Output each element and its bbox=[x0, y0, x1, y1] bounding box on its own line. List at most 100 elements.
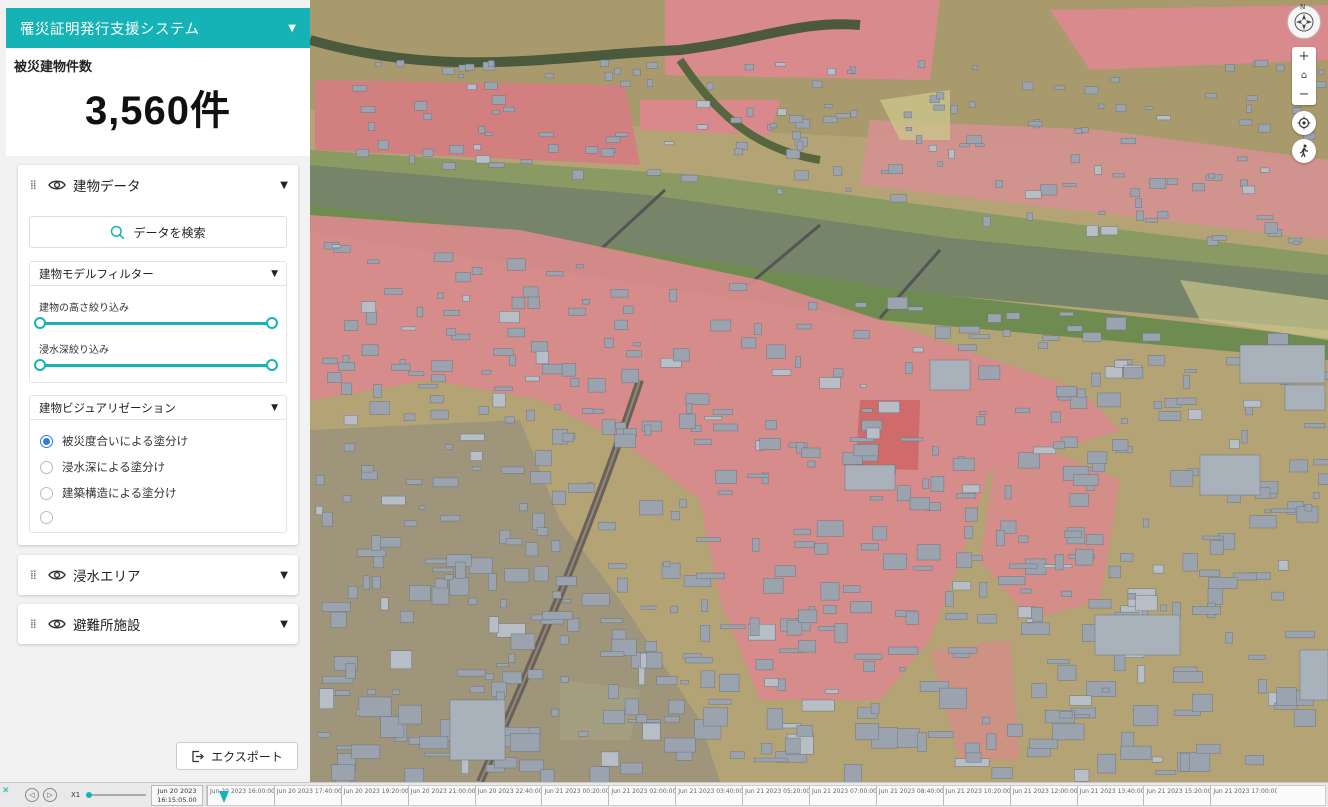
building-block[interactable] bbox=[352, 85, 367, 92]
building-block[interactable] bbox=[1157, 210, 1169, 219]
building-block[interactable] bbox=[581, 593, 610, 607]
building-block[interactable] bbox=[632, 68, 641, 76]
building-block[interactable] bbox=[406, 479, 423, 485]
building-block[interactable] bbox=[525, 542, 539, 557]
building-block[interactable] bbox=[1199, 569, 1220, 577]
building-block[interactable] bbox=[1025, 190, 1042, 199]
building-block[interactable] bbox=[1152, 564, 1165, 574]
building-block[interactable] bbox=[975, 143, 985, 147]
building-block[interactable] bbox=[1058, 396, 1073, 401]
building-block[interactable] bbox=[506, 258, 526, 271]
building-block[interactable] bbox=[962, 484, 981, 494]
radio-flood-depth[interactable]: 浸水深による塗分け bbox=[40, 459, 165, 475]
building-block[interactable] bbox=[866, 427, 881, 440]
building-block[interactable] bbox=[1077, 388, 1086, 398]
building-block[interactable] bbox=[695, 572, 725, 580]
building-block[interactable] bbox=[414, 101, 428, 111]
building-block[interactable] bbox=[1304, 503, 1313, 512]
eye-icon[interactable] bbox=[48, 618, 66, 630]
building-block[interactable] bbox=[850, 109, 858, 118]
building-block[interactable] bbox=[321, 602, 351, 612]
building-block[interactable] bbox=[1133, 705, 1159, 726]
building-block[interactable] bbox=[1104, 366, 1123, 379]
building-block[interactable] bbox=[384, 288, 403, 295]
building-block[interactable] bbox=[786, 149, 801, 159]
building-block[interactable] bbox=[978, 365, 1001, 380]
building-block[interactable] bbox=[620, 80, 632, 87]
building-block[interactable] bbox=[824, 104, 834, 109]
radio-damage-level[interactable]: 被災度合いによる塗分け bbox=[40, 433, 188, 449]
building-block[interactable] bbox=[502, 671, 522, 684]
building-block[interactable] bbox=[525, 375, 540, 382]
radio-structure[interactable]: 建築構造による塗分け bbox=[40, 485, 177, 501]
slider-track[interactable] bbox=[40, 364, 272, 367]
building-block[interactable] bbox=[1176, 397, 1197, 405]
building-block[interactable] bbox=[1271, 508, 1297, 513]
building-block[interactable] bbox=[1053, 441, 1065, 450]
building-block[interactable] bbox=[670, 605, 678, 614]
building-block[interactable] bbox=[819, 377, 841, 389]
building-block[interactable] bbox=[437, 292, 444, 299]
building-block[interactable] bbox=[469, 686, 485, 693]
building-block[interactable] bbox=[536, 527, 549, 536]
building-block[interactable] bbox=[1225, 64, 1235, 72]
building-block[interactable] bbox=[712, 409, 733, 415]
building-block[interactable] bbox=[1021, 622, 1050, 635]
building-block[interactable] bbox=[1027, 747, 1051, 758]
building-block[interactable] bbox=[1149, 178, 1166, 189]
building-block[interactable] bbox=[1022, 81, 1034, 91]
export-button[interactable]: エクスポート bbox=[176, 742, 298, 770]
building-block[interactable] bbox=[1293, 709, 1316, 727]
building-block[interactable] bbox=[469, 451, 483, 461]
building-block[interactable] bbox=[615, 132, 629, 137]
building-block[interactable] bbox=[365, 311, 377, 325]
building-block[interactable] bbox=[1258, 679, 1267, 694]
building-block[interactable] bbox=[471, 466, 482, 471]
building-block[interactable] bbox=[823, 115, 838, 124]
building-block[interactable] bbox=[1026, 212, 1033, 221]
building-block[interactable] bbox=[1205, 93, 1217, 99]
building-block[interactable] bbox=[626, 350, 642, 358]
building-block[interactable] bbox=[1238, 119, 1253, 126]
building-block[interactable] bbox=[604, 71, 613, 81]
building-block[interactable] bbox=[458, 74, 464, 78]
building-block[interactable] bbox=[341, 382, 353, 395]
building-block[interactable] bbox=[1086, 225, 1099, 237]
building-block[interactable] bbox=[987, 313, 1002, 323]
building-block[interactable] bbox=[1127, 593, 1137, 600]
radio-unselected-icon[interactable] bbox=[40, 460, 53, 474]
building-block[interactable] bbox=[561, 363, 577, 377]
building-block[interactable] bbox=[1182, 553, 1198, 572]
radio-selected-icon[interactable] bbox=[40, 434, 53, 448]
building-block[interactable] bbox=[315, 475, 325, 486]
building-block[interactable] bbox=[351, 744, 380, 759]
building-block[interactable] bbox=[694, 438, 712, 445]
building-block[interactable] bbox=[488, 162, 505, 168]
building-block[interactable] bbox=[372, 576, 381, 590]
building-block[interactable] bbox=[811, 80, 823, 89]
timeline-track[interactable]: Jun 20 2023 16:00:00.00Jun 20 2023 17:40… bbox=[206, 785, 1326, 806]
building-block[interactable] bbox=[700, 670, 716, 689]
building-block[interactable] bbox=[494, 386, 513, 391]
building-block[interactable] bbox=[338, 362, 355, 371]
building-block[interactable] bbox=[578, 731, 589, 737]
building-block[interactable] bbox=[746, 107, 754, 117]
building-block[interactable] bbox=[419, 736, 449, 749]
building-block[interactable] bbox=[928, 144, 938, 152]
building-block[interactable] bbox=[1097, 754, 1116, 774]
building-block[interactable] bbox=[1101, 687, 1110, 693]
building-block[interactable] bbox=[945, 591, 954, 607]
building-block[interactable] bbox=[1182, 375, 1190, 389]
building-block[interactable] bbox=[503, 106, 515, 113]
building-block[interactable] bbox=[794, 541, 815, 548]
building-block[interactable] bbox=[1275, 64, 1285, 72]
building-block[interactable] bbox=[1170, 470, 1194, 487]
building-block[interactable] bbox=[918, 60, 926, 68]
building-block[interactable] bbox=[1199, 454, 1261, 496]
building-block[interactable] bbox=[1100, 226, 1119, 236]
building-block[interactable] bbox=[855, 723, 879, 741]
building-block[interactable] bbox=[1015, 407, 1031, 414]
building-block[interactable] bbox=[548, 144, 559, 153]
timeline-close-icon[interactable]: ✕ bbox=[2, 786, 10, 796]
building-block[interactable] bbox=[796, 725, 814, 737]
